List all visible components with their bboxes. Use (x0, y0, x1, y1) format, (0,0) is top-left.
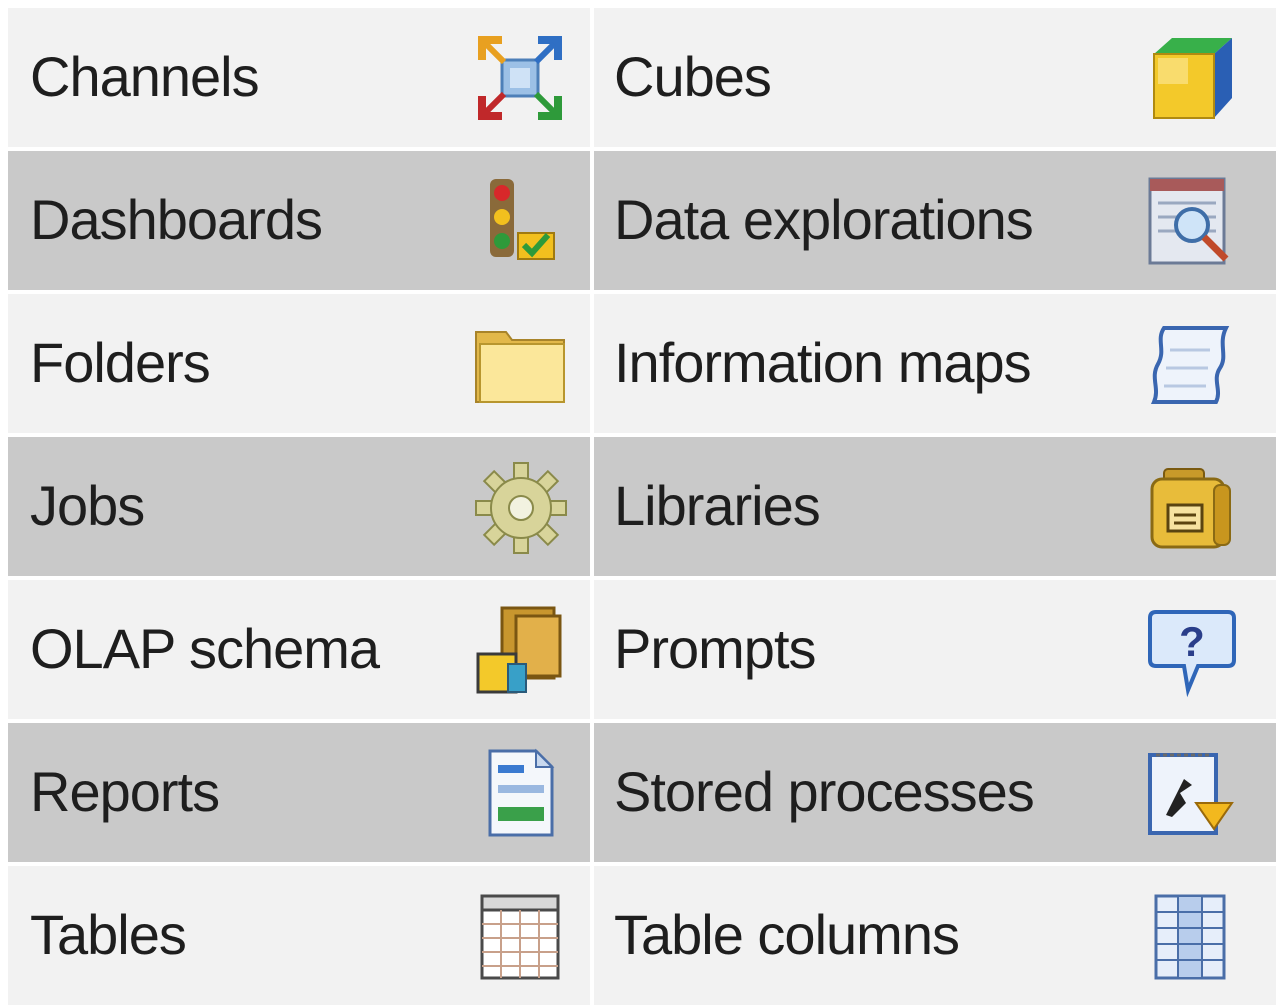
gear-icon (472, 459, 568, 555)
item-prompts[interactable]: Prompts ? (594, 580, 1276, 719)
object-type-grid: Channels Cubes Dashboards Data explorati… (8, 8, 1276, 1005)
item-libraries[interactable]: Libraries (594, 437, 1276, 576)
item-label: Information maps (614, 330, 1032, 394)
item-table-columns[interactable]: Table columns (594, 866, 1276, 1005)
item-jobs[interactable]: Jobs (8, 437, 590, 576)
item-label: Libraries (614, 473, 821, 537)
item-label: Channels (30, 44, 260, 108)
channels-icon (472, 30, 568, 126)
item-channels[interactable]: Channels (8, 8, 590, 147)
item-cubes[interactable]: Cubes (594, 8, 1276, 147)
table-column-icon (1142, 888, 1238, 984)
information-map-icon (1142, 316, 1238, 412)
table-icon (472, 888, 568, 984)
item-tables[interactable]: Tables (8, 866, 590, 1005)
item-label: OLAP schema (30, 616, 380, 680)
folder-icon (472, 316, 568, 412)
item-olap-schema[interactable]: OLAP schema (8, 580, 590, 719)
item-label: Reports (30, 759, 220, 823)
item-stored-processes[interactable]: Stored processes (594, 723, 1276, 862)
item-label: Dashboards (30, 187, 323, 251)
item-label: Tables (30, 902, 187, 966)
item-label: Cubes (614, 44, 772, 108)
item-label: Stored processes (614, 759, 1035, 823)
item-data-explorations[interactable]: Data explorations (594, 151, 1276, 290)
olap-schema-icon (472, 602, 568, 698)
item-dashboards[interactable]: Dashboards (8, 151, 590, 290)
stored-process-icon (1142, 745, 1238, 841)
item-label: Table columns (614, 902, 960, 966)
item-folders[interactable]: Folders (8, 294, 590, 433)
item-label: Data explorations (614, 187, 1034, 251)
item-reports[interactable]: Reports (8, 723, 590, 862)
dashboard-icon (472, 173, 568, 269)
svg-text:?: ? (1179, 618, 1205, 665)
item-information-maps[interactable]: Information maps (594, 294, 1276, 433)
prompt-icon: ? (1142, 602, 1238, 698)
item-label: Jobs (30, 473, 145, 537)
data-exploration-icon (1142, 173, 1238, 269)
cube-icon (1142, 30, 1238, 126)
report-icon (472, 745, 568, 841)
item-label: Prompts (614, 616, 816, 680)
item-label: Folders (30, 330, 211, 394)
library-icon (1142, 459, 1238, 555)
